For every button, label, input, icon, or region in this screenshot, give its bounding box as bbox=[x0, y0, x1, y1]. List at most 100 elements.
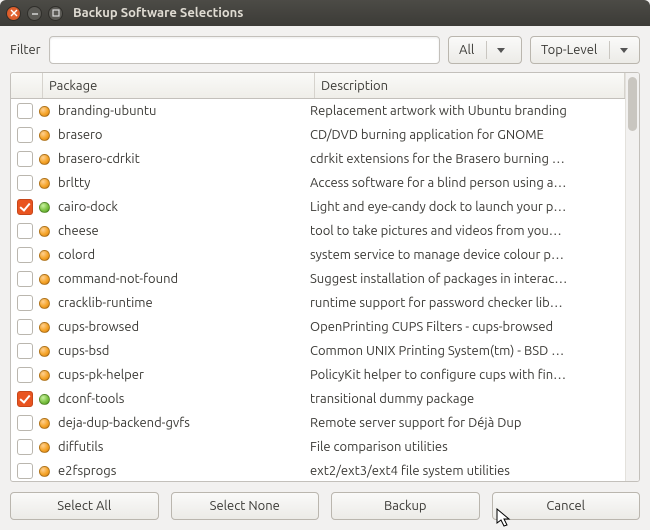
level-combo[interactable]: Top-Level bbox=[530, 36, 640, 64]
status-dot-icon bbox=[39, 250, 50, 261]
scrollbar-thumb[interactable] bbox=[628, 77, 637, 131]
checkbox[interactable] bbox=[17, 103, 33, 119]
chevron-down-icon bbox=[497, 48, 505, 53]
status-dot-icon bbox=[39, 298, 50, 309]
select-all-button[interactable]: Select All bbox=[10, 492, 159, 520]
status-dot-icon bbox=[39, 394, 50, 405]
status-dot-icon bbox=[39, 442, 50, 453]
table-row[interactable]: command-not-foundSuggest installation of… bbox=[11, 267, 625, 291]
status-dot-icon bbox=[39, 322, 50, 333]
package-name: dconf-tools bbox=[58, 392, 310, 406]
checkbox[interactable] bbox=[17, 367, 33, 383]
package-description: system service to manage device colour p… bbox=[310, 248, 619, 262]
package-description: ext2/ext3/ext4 file system utilities bbox=[310, 464, 619, 478]
status-dot-icon bbox=[39, 106, 50, 117]
package-name: brasero-cdrkit bbox=[58, 152, 310, 166]
table-row[interactable]: deja-dup-backend-gvfsRemote server suppo… bbox=[11, 411, 625, 435]
checkbox[interactable] bbox=[17, 175, 33, 191]
table-row[interactable]: diffutilsFile comparison utilities bbox=[11, 435, 625, 459]
checkbox[interactable] bbox=[17, 319, 33, 335]
chevron-down-icon bbox=[620, 48, 628, 53]
package-name: cracklib-runtime bbox=[58, 296, 310, 310]
package-name: brltty bbox=[58, 176, 310, 190]
column-package[interactable]: Package bbox=[43, 73, 315, 98]
button-bar: Select All Select None Backup Cancel bbox=[10, 482, 640, 530]
package-description: OpenPrinting CUPS Filters - cups-browsed bbox=[310, 320, 619, 334]
package-name: cups-browsed bbox=[58, 320, 310, 334]
filter-label: Filter bbox=[10, 43, 41, 57]
window-title: Backup Software Selections bbox=[73, 6, 243, 20]
package-description: Common UNIX Printing System(tm) - BSD … bbox=[310, 344, 619, 358]
status-dot-icon bbox=[39, 154, 50, 165]
package-description: PolicyKit helper to configure cups with … bbox=[310, 368, 619, 382]
checkbox[interactable] bbox=[17, 295, 33, 311]
table-row[interactable]: cups-pk-helperPolicyKit helper to config… bbox=[11, 363, 625, 387]
table-row[interactable]: colordsystem service to manage device co… bbox=[11, 243, 625, 267]
table-row[interactable]: brasero-cdrkitcdrkit extensions for the … bbox=[11, 147, 625, 171]
column-description[interactable]: Description bbox=[315, 73, 625, 98]
table-row[interactable]: brlttyAccess software for a blind person… bbox=[11, 171, 625, 195]
backup-button[interactable]: Backup bbox=[331, 492, 480, 520]
status-dot-icon bbox=[39, 466, 50, 477]
checkbox[interactable] bbox=[17, 247, 33, 263]
filter-bar: Filter All Top-Level bbox=[10, 36, 640, 64]
table-row[interactable]: braseroCD/DVD burning application for GN… bbox=[11, 123, 625, 147]
level-combo-label: Top-Level bbox=[541, 43, 597, 57]
status-dot-icon bbox=[39, 178, 50, 189]
status-dot-icon bbox=[39, 418, 50, 429]
checkbox[interactable] bbox=[17, 271, 33, 287]
table-row[interactable]: dconf-toolstransitional dummy package bbox=[11, 387, 625, 411]
scrollbar[interactable] bbox=[625, 73, 639, 481]
package-name: cheese bbox=[58, 224, 310, 238]
package-description: Replacement artwork with Ubuntu branding bbox=[310, 104, 619, 118]
select-none-button[interactable]: Select None bbox=[171, 492, 320, 520]
package-name: command-not-found bbox=[58, 272, 310, 286]
cancel-button[interactable]: Cancel bbox=[492, 492, 641, 520]
status-dot-icon bbox=[39, 274, 50, 285]
checkbox[interactable] bbox=[17, 151, 33, 167]
package-name: e2fsprogs bbox=[58, 464, 310, 478]
table-row[interactable]: cups-browsedOpenPrinting CUPS Filters - … bbox=[11, 315, 625, 339]
checkbox[interactable] bbox=[17, 463, 33, 479]
maximize-icon[interactable] bbox=[48, 6, 63, 21]
package-name: cups-pk-helper bbox=[58, 368, 310, 382]
column-check[interactable] bbox=[11, 73, 43, 98]
table-row[interactable]: branding-ubuntuReplacement artwork with … bbox=[11, 99, 625, 123]
filter-input[interactable] bbox=[49, 36, 440, 64]
checkbox[interactable] bbox=[17, 223, 33, 239]
window-content: Filter All Top-Level Package Description… bbox=[0, 26, 650, 530]
package-description: Suggest installation of packages in inte… bbox=[310, 272, 619, 286]
status-dot-icon bbox=[39, 346, 50, 357]
package-description: tool to take pictures and videos from yo… bbox=[310, 224, 619, 238]
table-row[interactable]: e2fsprogsext2/ext3/ext4 file system util… bbox=[11, 459, 625, 481]
checkbox[interactable] bbox=[17, 415, 33, 431]
table-row[interactable]: cracklib-runtimeruntime support for pass… bbox=[11, 291, 625, 315]
close-icon[interactable] bbox=[6, 6, 21, 21]
package-description: Remote server support for Déjà Dup bbox=[310, 416, 619, 430]
minimize-icon[interactable] bbox=[27, 6, 42, 21]
package-name: cups-bsd bbox=[58, 344, 310, 358]
table-row[interactable]: cairo-dockLight and eye-candy dock to la… bbox=[11, 195, 625, 219]
package-description: runtime support for password checker lib… bbox=[310, 296, 619, 310]
checkbox[interactable] bbox=[17, 439, 33, 455]
package-description: cdrkit extensions for the Brasero burnin… bbox=[310, 152, 619, 166]
table-row[interactable]: cups-bsdCommon UNIX Printing System(tm) … bbox=[11, 339, 625, 363]
package-description: Access software for a blind person using… bbox=[310, 176, 619, 190]
table-row[interactable]: cheesetool to take pictures and videos f… bbox=[11, 219, 625, 243]
package-name: brasero bbox=[58, 128, 310, 142]
package-description: CD/DVD burning application for GNOME bbox=[310, 128, 619, 142]
scope-combo[interactable]: All bbox=[448, 36, 522, 64]
status-dot-icon bbox=[39, 202, 50, 213]
package-name: deja-dup-backend-gvfs bbox=[58, 416, 310, 430]
checkbox[interactable] bbox=[17, 127, 33, 143]
package-name: cairo-dock bbox=[58, 200, 310, 214]
checkbox[interactable] bbox=[17, 391, 33, 407]
checkbox[interactable] bbox=[17, 343, 33, 359]
scope-combo-label: All bbox=[459, 43, 474, 57]
package-name: colord bbox=[58, 248, 310, 262]
titlebar: Backup Software Selections bbox=[0, 0, 650, 26]
package-description: Light and eye-candy dock to launch your … bbox=[310, 200, 619, 214]
status-dot-icon bbox=[39, 226, 50, 237]
package-description: transitional dummy package bbox=[310, 392, 619, 406]
checkbox[interactable] bbox=[17, 199, 33, 215]
